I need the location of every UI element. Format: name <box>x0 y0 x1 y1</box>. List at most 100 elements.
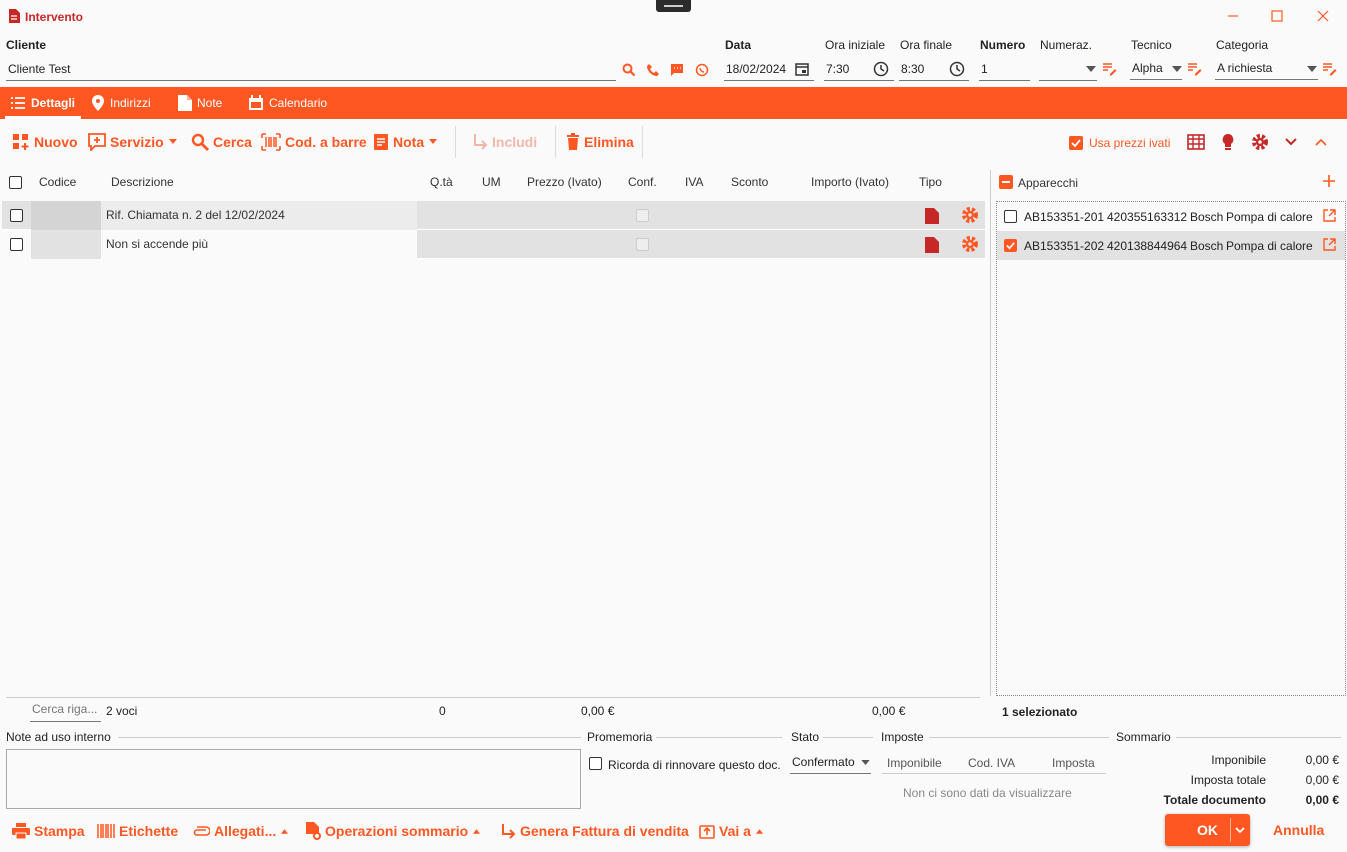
column-header-descrizione[interactable]: Descrizione <box>111 175 174 189</box>
chevron-up-icon[interactable] <box>1315 138 1327 146</box>
column-header-iva[interactable]: IVA <box>685 175 703 189</box>
tecnico-label: Tecnico <box>1131 38 1172 52</box>
apparecchio-checkbox[interactable] <box>1004 210 1017 223</box>
includi-button[interactable]: Includi <box>472 131 537 153</box>
column-header-qta[interactable]: Q.tà <box>430 175 453 189</box>
gear-icon[interactable] <box>961 206 979 224</box>
clock-icon[interactable] <box>949 61 965 77</box>
tab-indirizzi[interactable]: Indirizzi <box>91 87 151 119</box>
window-title: Intervento <box>25 10 84 24</box>
row-checkbox[interactable] <box>10 238 23 251</box>
nuovo-button[interactable]: Nuovo <box>12 131 78 153</box>
add-icon[interactable] <box>1323 175 1335 187</box>
apparecchio-serial: 420138844964 <box>1107 239 1188 253</box>
servizio-button[interactable]: Servizio <box>88 131 178 153</box>
column-header-conf[interactable]: Conf. <box>628 175 657 189</box>
codbarre-button[interactable]: Cod. a barre <box>261 131 367 153</box>
row-count: 2 voci <box>106 704 138 718</box>
column-header-codice[interactable]: Codice <box>39 175 76 189</box>
select-all-checkbox[interactable] <box>9 176 22 189</box>
vai-a-label: Vai a <box>719 823 751 839</box>
etichette-button[interactable]: Etichette <box>97 821 178 841</box>
genera-fattura-button[interactable]: Genera Fattura di vendita <box>500 821 689 841</box>
column-header-importo[interactable]: Importo (Ivato) <box>811 175 889 189</box>
apparecchio-checkbox[interactable] <box>1004 239 1017 252</box>
minimize-icon[interactable] <box>1225 8 1241 24</box>
categoria-select[interactable]: A richiesta <box>1215 58 1318 80</box>
edit-list-icon[interactable] <box>1102 62 1117 76</box>
apparecchio-code: AB153351-202 <box>1024 239 1105 253</box>
row-checkbox[interactable] <box>10 209 23 222</box>
ok-button[interactable]: OK <box>1165 814 1250 846</box>
chevron-down-icon[interactable] <box>1235 827 1245 834</box>
column-header-tipo[interactable]: Tipo <box>919 175 942 189</box>
nota-label: Nota <box>393 134 425 150</box>
chevron-down-icon[interactable] <box>1285 138 1297 146</box>
numero-field[interactable]: 1 <box>979 59 1030 81</box>
apparecchio-code: AB153351-201 <box>1024 210 1105 224</box>
close-icon[interactable] <box>1315 8 1331 24</box>
tab-calendario[interactable]: Calendario <box>248 87 327 119</box>
tab-bar: Dettagli Indirizzi Note Calendario <box>0 87 1347 119</box>
phone-icon[interactable] <box>646 63 660 77</box>
trash-icon <box>567 133 579 150</box>
operazioni-sommario-button[interactable]: Operazioni sommario <box>305 821 481 841</box>
search-icon[interactable] <box>622 63 636 77</box>
imposte-col-imponibile[interactable]: Imponibile <box>887 756 942 770</box>
calendar-icon[interactable] <box>794 61 810 77</box>
imposte-col-codiva[interactable]: Cod. IVA <box>968 756 1015 770</box>
imposte-header-line <box>882 773 1106 774</box>
imposte-col-imposta[interactable]: Imposta <box>1052 756 1095 770</box>
note-interne-textarea[interactable] <box>6 749 581 809</box>
arrow-return-icon <box>502 824 516 839</box>
usa-prezzi-ivati-checkbox[interactable] <box>1069 136 1083 150</box>
table-row[interactable]: Rif. Chiamata n. 2 del 12/02/2024 <box>2 201 985 230</box>
tab-label: Dettagli <box>31 96 76 110</box>
codice-cell[interactable] <box>31 230 101 259</box>
clock-icon[interactable] <box>873 61 889 77</box>
table-icon[interactable] <box>1187 134 1205 150</box>
open-external-icon[interactable] <box>1323 238 1336 251</box>
collapse-icon[interactable] <box>999 175 1013 189</box>
ricorda-checkbox[interactable] <box>589 757 602 770</box>
annulla-button[interactable]: Annulla <box>1273 822 1324 838</box>
edit-list-icon[interactable] <box>1322 62 1337 76</box>
search-row-input[interactable]: Cerca riga... <box>30 702 101 722</box>
table-row[interactable]: Non si accende più <box>2 230 985 259</box>
open-external-icon[interactable] <box>1323 209 1336 222</box>
nota-button[interactable]: Nota <box>373 131 438 153</box>
elimina-label: Elimina <box>584 134 634 150</box>
column-header-prezzo[interactable]: Prezzo (Ivato) <box>527 175 602 189</box>
gear-icon[interactable] <box>1251 133 1269 151</box>
edit-list-icon[interactable] <box>1187 62 1202 76</box>
column-header-um[interactable]: UM <box>482 175 501 189</box>
gear-icon[interactable] <box>961 235 979 253</box>
vai-a-button[interactable]: Vai a <box>699 821 764 841</box>
codice-cell[interactable] <box>31 201 101 230</box>
message-icon[interactable] <box>670 63 684 77</box>
ricorda-label[interactable]: Ricorda di rinnovare questo doc. <box>608 758 781 772</box>
maximize-icon[interactable] <box>1269 8 1285 24</box>
calendar-icon <box>249 95 263 110</box>
check-icon <box>1006 242 1015 250</box>
usa-prezzi-ivati-label[interactable]: Usa prezzi ivati <box>1089 136 1170 150</box>
allegati-button[interactable]: Allegati... <box>192 821 289 841</box>
categoria-label: Categoria <box>1216 38 1269 52</box>
apparecchi-panel <box>996 201 1346 696</box>
cliente-field[interactable]: Cliente Test <box>6 59 616 81</box>
tab-dettagli[interactable]: Dettagli <box>10 87 75 119</box>
whatsapp-icon[interactable] <box>695 63 709 77</box>
apparecchio-row[interactable]: AB153351-201 420355163312 Bosch Pompa di… <box>997 202 1345 231</box>
cerca-button[interactable]: Cerca <box>191 131 252 153</box>
selected-count: 1 selezionato <box>1002 705 1078 719</box>
column-header-sconto[interactable]: Sconto <box>731 175 768 189</box>
sommario-label: Sommario <box>1116 730 1171 744</box>
lightbulb-icon[interactable] <box>1221 133 1235 151</box>
tab-note[interactable]: Note <box>178 87 222 119</box>
elimina-button[interactable]: Elimina <box>566 131 634 153</box>
stato-select[interactable]: Confermato <box>790 752 871 774</box>
apparecchio-row[interactable]: AB153351-202 420138844964 Bosch Pompa di… <box>997 231 1345 260</box>
drag-grip[interactable] <box>656 0 691 12</box>
stampa-button[interactable]: Stampa <box>12 821 85 841</box>
document-settings-icon <box>306 822 321 840</box>
